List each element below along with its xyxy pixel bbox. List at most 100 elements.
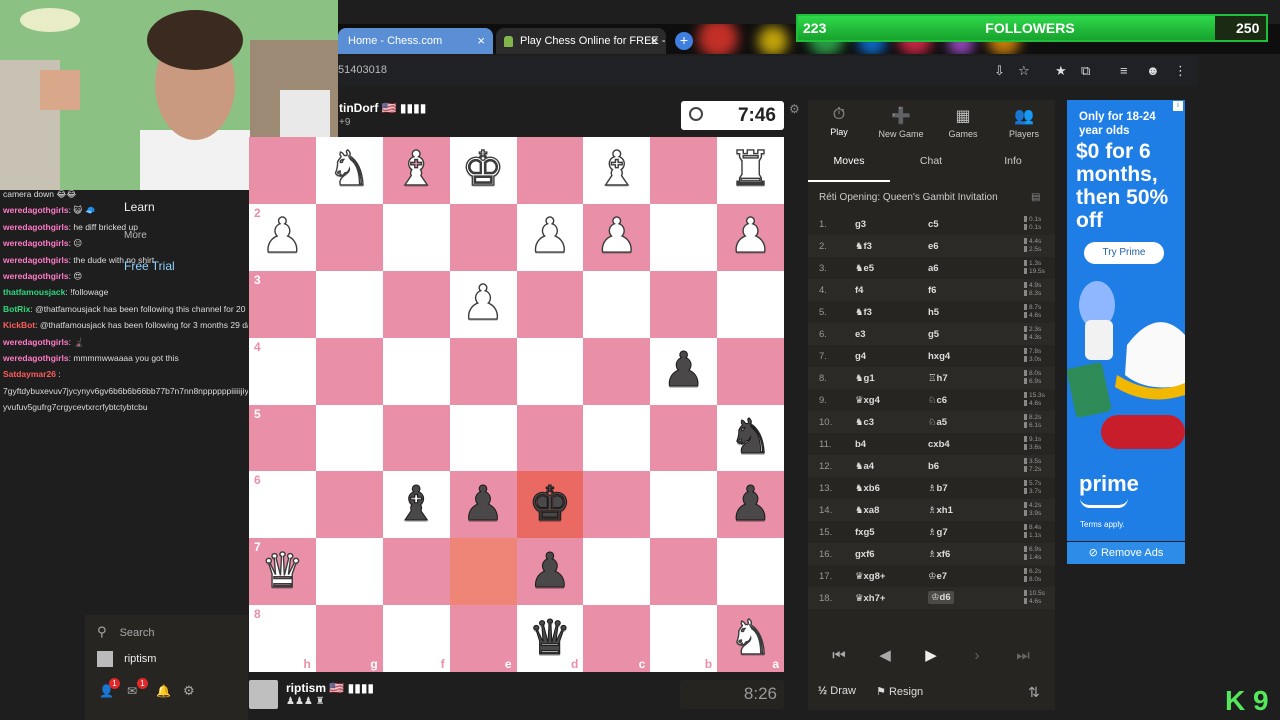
- white-king-icon[interactable]: ♚: [461, 145, 505, 194]
- white-knight-icon[interactable]: ♞: [327, 145, 371, 194]
- book-icon[interactable]: ▤: [1031, 192, 1040, 203]
- board-square[interactable]: ♜: [717, 137, 784, 204]
- white-pawn-icon[interactable]: ♟: [728, 212, 772, 261]
- board-square[interactable]: [315, 203, 383, 271]
- black-move[interactable]: e6: [928, 241, 939, 252]
- white-move[interactable]: ♞c3: [855, 417, 874, 428]
- chat-username[interactable]: weredagothgirls: [3, 238, 69, 248]
- tab-info[interactable]: Info: [972, 155, 1054, 167]
- black-move[interactable]: ♗g7: [928, 527, 948, 538]
- board-square[interactable]: 3: [249, 270, 316, 338]
- black-move[interactable]: ♗b7: [928, 483, 948, 494]
- nav-players[interactable]: 👥 Players: [993, 100, 1055, 146]
- board-square[interactable]: ♟: [449, 270, 517, 338]
- board-square[interactable]: e: [449, 605, 517, 672]
- board-square[interactable]: ♟: [583, 203, 651, 271]
- board-square[interactable]: 6: [249, 471, 316, 539]
- board-square[interactable]: [717, 538, 784, 606]
- board-square[interactable]: 2 ♟: [249, 203, 316, 271]
- board-square[interactable]: g: [315, 605, 383, 672]
- board-square[interactable]: ♟: [717, 471, 784, 539]
- board-square[interactable]: [583, 471, 651, 539]
- board-square[interactable]: [449, 404, 517, 472]
- board-square[interactable]: [650, 471, 718, 539]
- collections-icon[interactable]: ≡: [1120, 63, 1128, 78]
- black-move[interactable]: b6: [928, 461, 939, 472]
- black-bishop-icon[interactable]: ♝: [394, 480, 438, 529]
- ad-cta-button[interactable]: Try Prime: [1084, 242, 1164, 264]
- chat-username[interactable]: weredagothgirls: [3, 337, 69, 347]
- board-square[interactable]: 5: [249, 404, 316, 472]
- white-knight-icon[interactable]: ♞: [728, 613, 772, 662]
- chat-username[interactable]: thatfamousjack: [3, 287, 65, 297]
- white-move[interactable]: ♞a4: [855, 461, 874, 472]
- black-king-icon[interactable]: ♚: [528, 480, 572, 529]
- tab-moves[interactable]: Moves: [808, 155, 890, 167]
- black-knight-icon[interactable]: ♞: [729, 413, 773, 462]
- nav-new-game[interactable]: ➕ New Game: [870, 100, 932, 146]
- black-move[interactable]: ♗xh1: [928, 505, 953, 516]
- board-square[interactable]: [650, 538, 718, 606]
- board-square[interactable]: [315, 337, 383, 405]
- favorites-icon[interactable]: ★: [1055, 63, 1067, 79]
- board-square[interactable]: [249, 137, 316, 204]
- board-square[interactable]: [382, 404, 450, 472]
- black-move[interactable]: ♗xf6: [928, 549, 950, 560]
- chess-board[interactable]: ♞ ♝ ♚ ♝ ♜ 2 ♟ ♟ ♟ ♟ 3 ♟ 4 ♟ 5 ♞ 6 ♝ ♟ ♚ ♟ 7 ♛ ♟ 8 h g f e d ♛ c b a ♞: [249, 137, 784, 672]
- white-pawn-icon[interactable]: ♟: [260, 212, 304, 261]
- white-pawn-icon[interactable]: ♟: [461, 279, 505, 328]
- ad-choices-icon[interactable]: i: [1173, 101, 1183, 111]
- flip-board-icon[interactable]: ⇅: [1028, 684, 1040, 701]
- chat-username[interactable]: weredagothgirls: [3, 353, 69, 363]
- black-move[interactable]: cxb4: [928, 439, 950, 450]
- chat-username[interactable]: weredagothgirls: [3, 255, 69, 265]
- forward-move-button[interactable]: ›: [958, 639, 996, 673]
- chat-username[interactable]: Satdaymar26: [3, 369, 56, 379]
- board-square[interactable]: ♟: [717, 203, 784, 271]
- board-square[interactable]: [516, 137, 584, 204]
- white-move[interactable]: ♞xb6: [855, 483, 880, 494]
- board-square[interactable]: [315, 538, 383, 606]
- board-square[interactable]: ♝: [382, 137, 450, 204]
- board-square[interactable]: ♟: [516, 203, 584, 271]
- white-move[interactable]: ♞e5: [855, 263, 874, 274]
- messages-icon[interactable]: ✉: [127, 684, 137, 698]
- board-settings-gear-icon[interactable]: ⚙: [789, 102, 800, 116]
- tab-chat[interactable]: Chat: [890, 155, 972, 167]
- board-square[interactable]: ♚: [516, 471, 584, 539]
- nav-play[interactable]: ⏱ Play: [808, 100, 870, 146]
- white-move[interactable]: ♛xg4: [855, 395, 880, 406]
- white-move[interactable]: ♞g1: [855, 373, 875, 384]
- board-square[interactable]: [382, 538, 450, 606]
- board-square[interactable]: [382, 337, 450, 405]
- board-square[interactable]: ♟: [449, 471, 517, 539]
- black-move[interactable]: ♘c6: [928, 395, 947, 406]
- board-square[interactable]: ♞: [315, 137, 383, 204]
- black-move[interactable]: c5: [928, 219, 939, 230]
- board-square[interactable]: [583, 538, 651, 606]
- close-icon[interactable]: ×: [650, 28, 658, 54]
- white-move[interactable]: ♛xh7+: [855, 593, 885, 604]
- profile-icon[interactable]: ☻: [1146, 63, 1160, 78]
- black-move[interactable]: a6: [928, 263, 939, 274]
- white-move[interactable]: ♛xg8+: [855, 571, 885, 582]
- nav-games[interactable]: ▦ Games: [932, 100, 994, 146]
- bookmark-star-icon[interactable]: ☆: [1018, 63, 1030, 79]
- settings-gear-icon[interactable]: ⚙: [183, 683, 195, 699]
- player-avatar[interactable]: [249, 680, 278, 709]
- resign-button[interactable]: ⚑ Resign: [876, 685, 923, 698]
- board-square[interactable]: c: [583, 605, 651, 672]
- nav-more[interactable]: More: [124, 230, 147, 241]
- chat-username[interactable]: weredagothgirls: [3, 222, 69, 232]
- black-pawn-icon[interactable]: ♟: [461, 480, 505, 529]
- white-move[interactable]: g3: [855, 219, 866, 230]
- next-move-button[interactable]: ▶: [912, 639, 950, 673]
- sidenav-search[interactable]: ⚲ Search: [97, 624, 154, 640]
- chat-username[interactable]: weredagothgirls: [3, 205, 69, 215]
- board-square[interactable]: [650, 137, 718, 204]
- black-pawn-icon[interactable]: ♟: [729, 480, 773, 529]
- board-square[interactable]: ♞: [717, 404, 784, 472]
- board-square[interactable]: 7 ♛: [249, 538, 316, 606]
- board-square[interactable]: [650, 404, 718, 472]
- board-square[interactable]: ♝: [583, 137, 651, 204]
